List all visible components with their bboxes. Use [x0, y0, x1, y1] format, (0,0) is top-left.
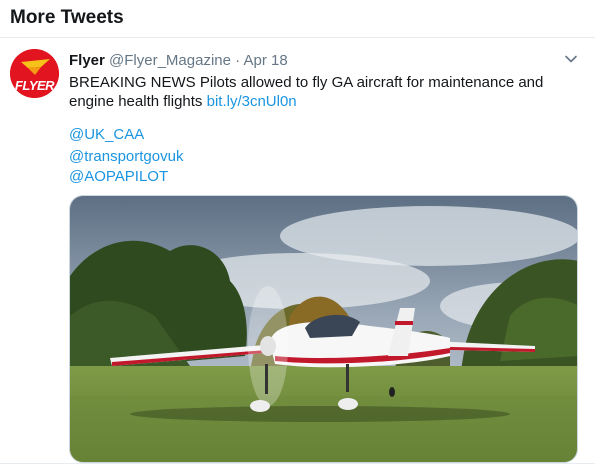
tweet-link[interactable]: bit.ly/3cnUl0n — [207, 93, 297, 110]
divider — [0, 463, 595, 464]
tweet-text-line-2: engine health flights bit.ly/3cnUl0n — [69, 92, 569, 111]
avatar[interactable]: FLYER — [10, 49, 59, 98]
section-title: More Tweets — [10, 7, 124, 28]
tweet-text-continued: engine health flights — [69, 93, 203, 110]
separator-dot: · — [235, 52, 241, 69]
avatar-logo-text: FLYER — [14, 78, 55, 93]
aircraft-photo — [70, 196, 577, 462]
mention-transportgovuk[interactable]: @transportgovuk — [69, 148, 183, 165]
tweet-text: BREAKING NEWS Pilots allowed to fly GA a… — [69, 73, 569, 111]
author-name[interactable]: Flyer — [69, 52, 105, 69]
author-handle[interactable]: @Flyer_Magazine — [109, 52, 231, 69]
tweet-date[interactable]: Apr 18 — [244, 52, 288, 69]
tweet-text-line-1: BREAKING NEWS Pilots allowed to fly GA a… — [69, 74, 544, 91]
mention-aopapilot[interactable]: @AOPAPILOT — [69, 168, 168, 185]
more-tweets-header: More Tweets — [0, 0, 595, 38]
tweet-header: Flyer @Flyer_Magazine · Apr 18 — [69, 52, 288, 69]
chevron-down-icon[interactable] — [563, 51, 579, 67]
tweet-media[interactable] — [69, 195, 578, 463]
mention-uk-caa[interactable]: @UK_CAA — [69, 126, 144, 143]
